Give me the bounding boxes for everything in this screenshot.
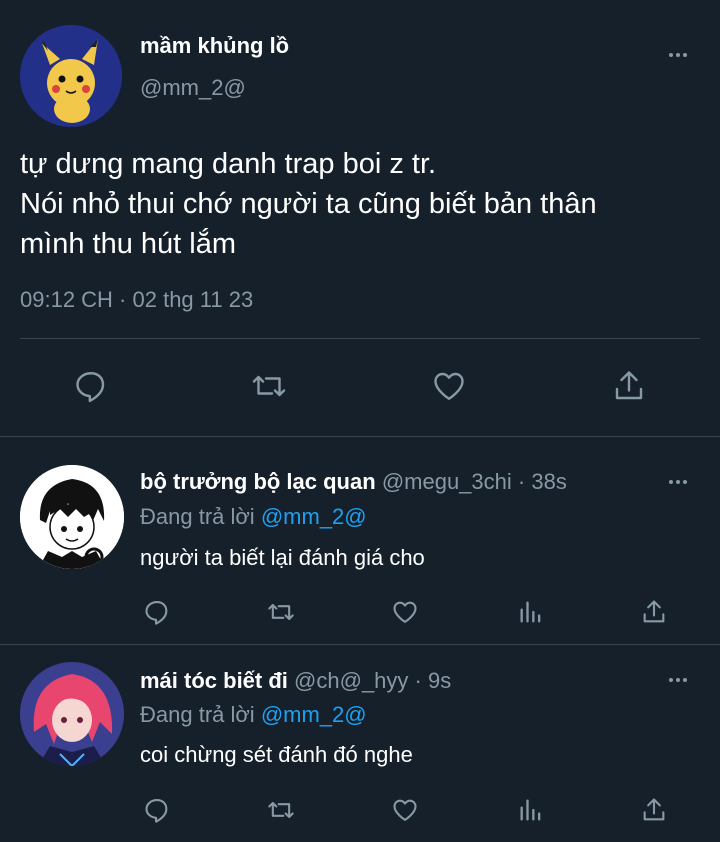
replying-to-label: Đang trả lời — [140, 702, 255, 727]
replying-to: Đang trả lời @mm_2@ — [140, 702, 367, 728]
reply-icon[interactable] — [143, 598, 171, 626]
tweet-time[interactable]: · 9s — [415, 668, 452, 693]
avatar[interactable] — [20, 25, 122, 127]
share-icon[interactable] — [640, 597, 668, 627]
more-icon[interactable] — [665, 474, 691, 490]
more-icon[interactable] — [665, 47, 691, 63]
reply-header: bộ trưởng bộ lạc quan @megu_3chi · 38s — [140, 469, 567, 495]
share-icon[interactable] — [611, 367, 647, 405]
display-name[interactable]: mầm khủng lồ — [140, 33, 289, 59]
tweet-text-line: tự dưng mang danh trap boi z tr. — [20, 148, 437, 180]
heart-icon[interactable] — [430, 368, 468, 404]
retweet-icon[interactable] — [265, 598, 297, 626]
divider — [20, 338, 700, 339]
avatar[interactable] — [20, 465, 124, 569]
anime-avatar-image — [20, 662, 124, 766]
tweet-text-line: mình thu hút lắm — [20, 228, 236, 260]
retweet-icon[interactable] — [265, 796, 297, 824]
replying-to: Đang trả lời @mm_2@ — [140, 504, 367, 530]
replying-to-handle[interactable]: @mm_2@ — [261, 504, 367, 529]
divider — [0, 644, 720, 645]
analytics-icon[interactable] — [517, 796, 545, 824]
handle[interactable]: @ch@_hyy — [294, 668, 408, 693]
heart-icon[interactable] — [390, 598, 420, 626]
reply-text: coi chừng sét đánh đó nghe — [140, 742, 413, 767]
tweet-text-line: Nói nhỏ thui chớ người ta cũng biết bản … — [20, 188, 597, 220]
display-name[interactable]: bộ trưởng bộ lạc quan — [140, 469, 376, 494]
replying-to-label: Đang trả lời — [140, 504, 255, 529]
tweet-time[interactable]: · 38s — [518, 469, 567, 494]
pikachu-avatar-image — [20, 25, 122, 127]
share-icon[interactable] — [640, 795, 668, 825]
display-name[interactable]: mái tóc biết đi — [140, 668, 288, 693]
manga-avatar-image — [20, 465, 124, 569]
handle[interactable]: @mm_2@ — [140, 75, 246, 101]
reply-header: mái tóc biết đi @ch@_hyy · 9s — [140, 668, 451, 694]
analytics-icon[interactable] — [517, 598, 545, 626]
reply-icon[interactable] — [73, 368, 109, 404]
retweet-icon[interactable] — [250, 368, 288, 404]
timestamp[interactable]: 09:12 CH · 02 thg 11 23 — [20, 287, 253, 313]
reply-text: người ta biết lại đánh giá cho — [140, 545, 425, 570]
tweet-text: tự dưng mang danh trap boi z tr. Nói nhỏ… — [20, 144, 597, 264]
avatar[interactable] — [20, 662, 124, 766]
divider — [0, 436, 720, 437]
replying-to-handle[interactable]: @mm_2@ — [261, 702, 367, 727]
reply-icon[interactable] — [143, 796, 171, 824]
more-icon[interactable] — [665, 672, 691, 688]
heart-icon[interactable] — [390, 796, 420, 824]
handle[interactable]: @megu_3chi — [382, 469, 512, 494]
